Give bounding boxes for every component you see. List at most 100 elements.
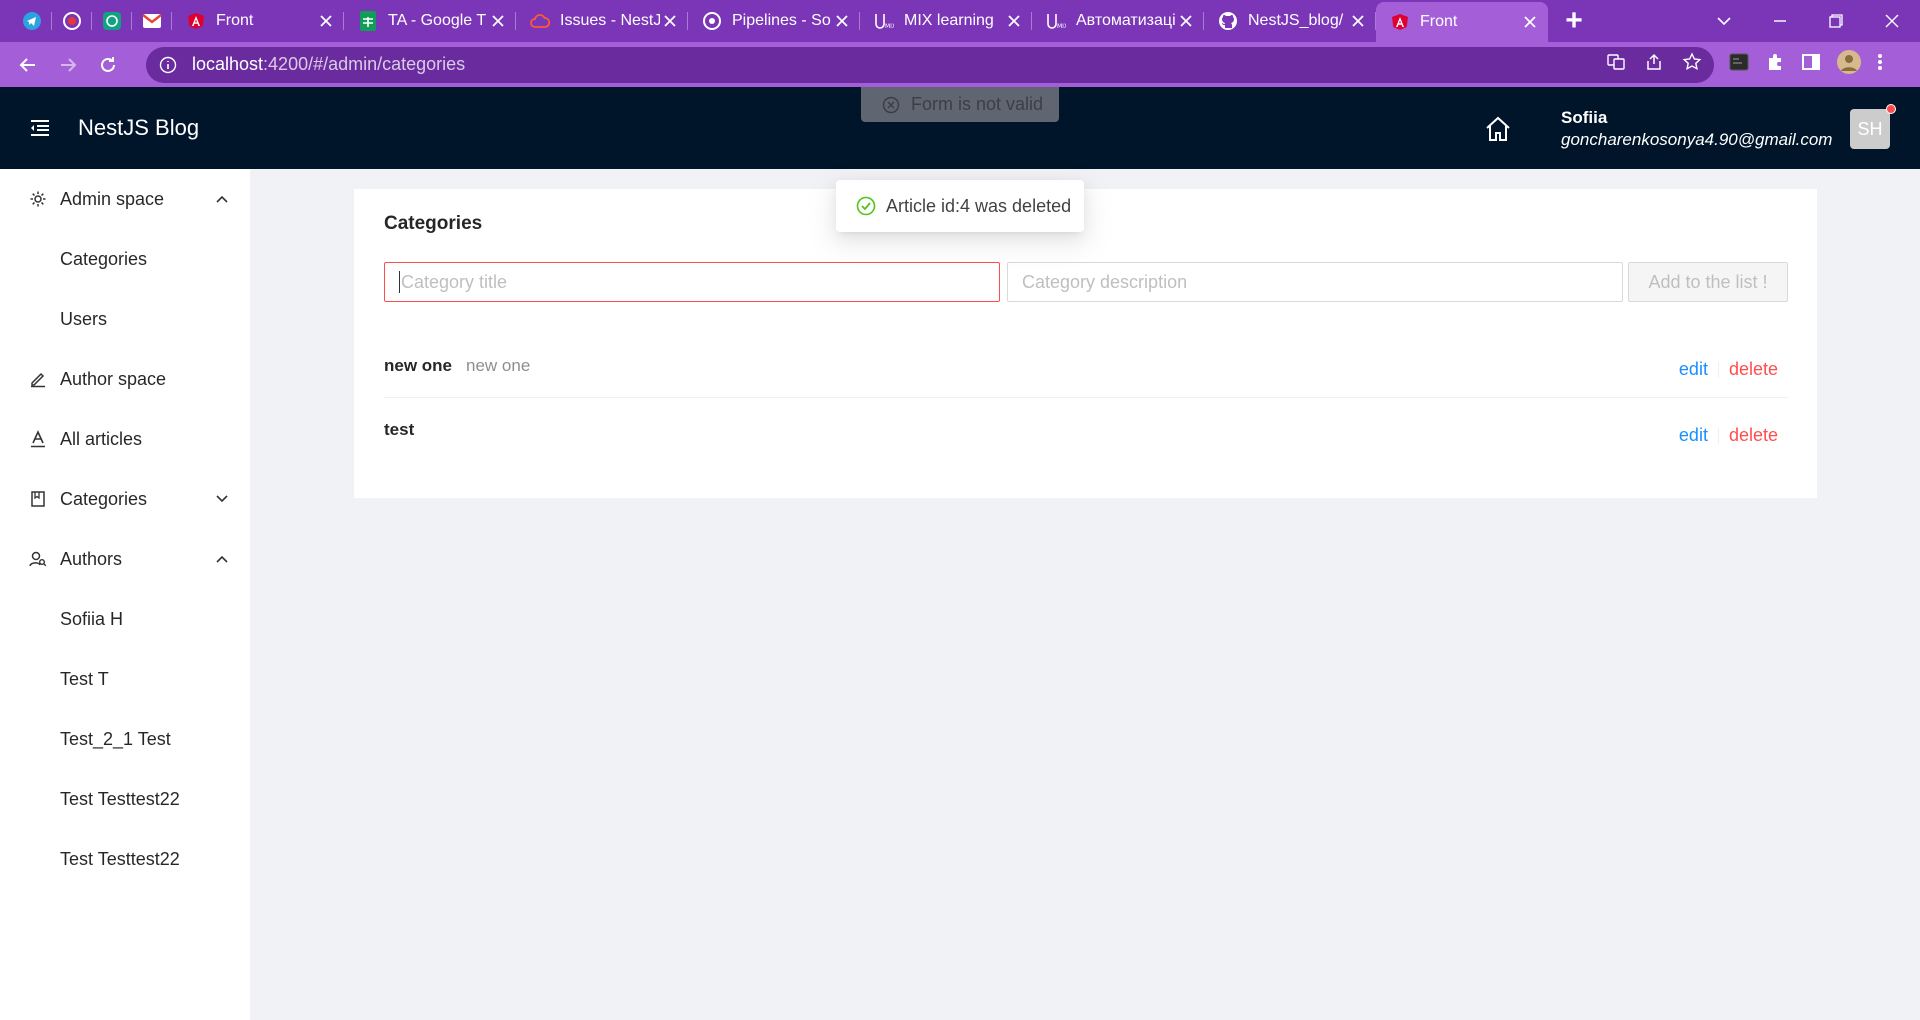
- chevron-up-icon[interactable]: [214, 191, 230, 207]
- tab-label: Автоматизаці: [1076, 12, 1176, 29]
- success-toast-text: Article id:4 was deleted: [886, 195, 1072, 216]
- sidebar-item-label: All articles: [60, 428, 143, 449]
- edit-link[interactable]: edit: [1679, 425, 1708, 446]
- pinned-tab-telegram[interactable]: [12, 0, 52, 42]
- minimize-button[interactable]: [1752, 0, 1808, 42]
- record-icon: [63, 12, 81, 30]
- sidebar-subitem[interactable]: Test Testtest22: [0, 769, 250, 829]
- site-info-icon[interactable]: [158, 55, 178, 75]
- delete-link[interactable]: delete: [1729, 425, 1778, 446]
- close-tab-icon[interactable]: [660, 11, 680, 31]
- arrow-left-icon: [19, 57, 35, 72]
- sidebar-item-label: Admin space: [60, 188, 165, 209]
- reload-button[interactable]: [90, 47, 126, 83]
- pinned-tab-openai[interactable]: [92, 0, 132, 42]
- translate-icon[interactable]: [1606, 52, 1626, 77]
- edit-link[interactable]: edit: [1679, 359, 1708, 380]
- minimize-icon: [1774, 20, 1786, 22]
- sidebar-item[interactable]: All articles: [0, 409, 250, 469]
- sidebar-item[interactable]: Author space: [0, 349, 250, 409]
- close-tab-icon[interactable]: [1348, 11, 1368, 31]
- share-icon[interactable]: [1644, 52, 1664, 77]
- user-email: goncharenkosonya4.90@gmail.com: [1561, 130, 1833, 149]
- close-tab-icon[interactable]: [488, 11, 508, 31]
- sidebar-item-label: Users: [60, 308, 108, 329]
- add-to-list-button[interactable]: Add to the list !: [1628, 262, 1788, 302]
- browser-tab[interactable]: TA - Google T: [344, 0, 516, 42]
- profile-avatar-icon[interactable]: [1836, 49, 1862, 80]
- sidebar-item-label: Categories: [60, 248, 148, 269]
- sidebar-subitem[interactable]: Test T: [0, 649, 250, 709]
- browser-tab[interactable]: Front: [172, 0, 344, 42]
- book-icon: [28, 489, 48, 509]
- bookmark-star-icon[interactable]: [1682, 52, 1702, 77]
- google-sheets-icon: [358, 11, 378, 31]
- sidebar-subitem[interactable]: Sofiia H: [0, 589, 250, 649]
- url-field[interactable]: localhost:4200/#/admin/categories: [146, 46, 1714, 83]
- close-window-button[interactable]: [1864, 0, 1920, 42]
- category-description: new one: [466, 356, 531, 375]
- pinned-tab-gmail[interactable]: [132, 0, 172, 42]
- sidebar-subitem[interactable]: Test_2_1 Test: [0, 709, 250, 769]
- close-tab-icon[interactable]: [1176, 11, 1196, 31]
- telegram-icon: [23, 12, 41, 30]
- category-name: test: [384, 420, 415, 439]
- extension-icon[interactable]: [1728, 51, 1750, 78]
- browser-tab[interactable]: Front: [1376, 2, 1548, 42]
- user-info: Sofiia goncharenkosonya4.90@gmail.com: [1561, 107, 1832, 151]
- mix-icon: MIX: [874, 11, 894, 31]
- edit-icon: [28, 369, 48, 389]
- github-icon: [1218, 11, 1238, 31]
- browser-tab[interactable]: MIX Автоматизаці: [1032, 0, 1204, 42]
- tab-label: MIX learning: [904, 12, 994, 29]
- browser-tab[interactable]: Issues - NestJ: [516, 0, 688, 42]
- close-tab-icon[interactable]: [832, 11, 852, 31]
- tab-label: NestJS_blog/: [1248, 12, 1344, 29]
- sidebar-subitem[interactable]: Categories: [0, 229, 250, 289]
- sidebar-item-label: Test Testtest22: [60, 788, 180, 809]
- puzzle-icon[interactable]: [1764, 51, 1786, 78]
- list-item: new one new one edit delete: [384, 332, 1788, 398]
- sidebar-subitem[interactable]: Test Testtest22: [0, 829, 250, 889]
- close-tab-icon[interactable]: [1004, 11, 1024, 31]
- delete-link[interactable]: delete: [1729, 359, 1778, 380]
- close-tab-icon[interactable]: [1520, 12, 1540, 32]
- brand-title[interactable]: NestJS Blog: [78, 115, 199, 141]
- sidebar-item[interactable]: Admin space: [0, 169, 250, 229]
- pipelines-icon: [702, 11, 722, 31]
- browser-tab[interactable]: MIX MIX learning: [860, 0, 1032, 42]
- close-tab-icon[interactable]: [316, 11, 336, 31]
- url-path: :4200/#/admin/categories: [263, 54, 466, 74]
- browser-tab[interactable]: Pipelines - So: [688, 0, 860, 42]
- sidebar-item-label: Test_2_1 Test: [60, 728, 171, 749]
- browser-tab[interactable]: NestJS_blog/: [1204, 0, 1376, 42]
- forward-button[interactable]: [50, 47, 86, 83]
- menu-fold-icon[interactable]: [28, 116, 52, 140]
- category-title-input[interactable]: Category title: [384, 262, 1000, 302]
- sidebar-item-label: Authors: [60, 548, 123, 569]
- new-tab-button[interactable]: +: [1554, 0, 1594, 42]
- sidebar-item[interactable]: Authors: [0, 529, 250, 589]
- mix-icon: MIX: [1046, 11, 1066, 31]
- home-icon[interactable]: [1484, 115, 1512, 143]
- user-search-icon: [28, 549, 48, 569]
- chevron-up-icon[interactable]: [214, 551, 230, 567]
- sidebar-item-label: Author space: [60, 368, 167, 389]
- tab-search-button[interactable]: [1696, 0, 1752, 42]
- sidebar-item-label: Sofiia H: [60, 608, 124, 629]
- cloud-icon: [530, 11, 550, 31]
- address-bar: localhost:4200/#/admin/categories: [0, 42, 1920, 87]
- tab-label: TA - Google T: [388, 12, 487, 29]
- chevron-down-icon[interactable]: [214, 491, 230, 507]
- sidebar-item-label: Test T: [60, 668, 109, 689]
- avatar[interactable]: SH: [1850, 109, 1890, 149]
- kebab-menu-icon[interactable]: [1876, 52, 1884, 77]
- sidebar-item[interactable]: Categories: [0, 469, 250, 529]
- pinned-tab-record[interactable]: [52, 0, 92, 42]
- category-description-input[interactable]: Category description: [1007, 262, 1623, 302]
- back-button[interactable]: [10, 47, 46, 83]
- sidebar-subitem[interactable]: Users: [0, 289, 250, 349]
- side-panel-icon[interactable]: [1800, 51, 1822, 78]
- user-name: Sofiia: [1561, 108, 1608, 127]
- restore-button[interactable]: [1808, 0, 1864, 42]
